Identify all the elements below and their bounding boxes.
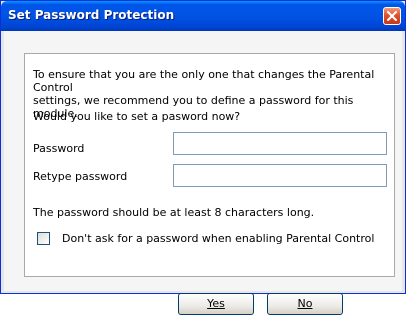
dialog-window: Set Password Protection To ensure that y… <box>0 0 406 315</box>
yes-button-label: Yes <box>207 297 225 310</box>
retype-password-input[interactable] <box>173 164 387 187</box>
no-button[interactable]: No <box>267 293 343 315</box>
content-area: To ensure that you are the only one that… <box>4 31 402 315</box>
settings-panel: To ensure that you are the only one that… <box>24 53 395 277</box>
retype-password-label: Retype password <box>33 170 128 183</box>
password-label: Password <box>33 142 85 155</box>
close-button[interactable] <box>383 7 401 25</box>
close-icon <box>387 11 397 21</box>
question-text: Would you like to set a pasword now? <box>33 110 241 123</box>
window-title: Set Password Protection <box>8 8 175 22</box>
dont-ask-checkbox[interactable] <box>37 232 50 245</box>
dont-ask-checkbox-label[interactable]: Don't ask for a password when enabling P… <box>62 232 374 245</box>
title-bar[interactable]: Set Password Protection <box>1 1 405 31</box>
yes-button[interactable]: Yes <box>178 293 254 315</box>
intro-line-1: To ensure that you are the only one that… <box>33 68 375 94</box>
password-input[interactable] <box>173 132 387 155</box>
no-button-label: No <box>297 297 313 310</box>
password-hint: The password should be at least 8 charac… <box>33 206 315 219</box>
